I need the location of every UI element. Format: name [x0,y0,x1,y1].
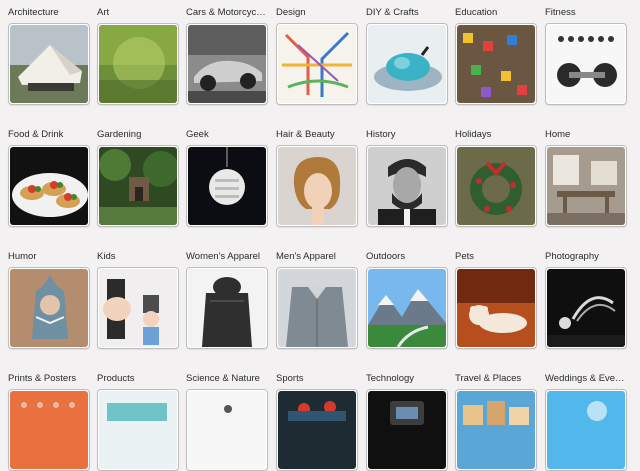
kids-icon[interactable] [97,267,179,349]
humor-icon[interactable] [8,267,90,349]
pets-icon[interactable] [455,267,537,349]
category-label: Holidays [455,129,492,140]
mens-apparel-icon[interactable] [276,267,358,349]
products-icon[interactable] [97,389,179,471]
sports-icon[interactable] [276,389,358,471]
category-label: Architecture [8,7,59,18]
technology-icon[interactable] [366,389,448,471]
category-label: Home [545,129,571,140]
history-icon[interactable] [366,145,448,227]
travel-icon[interactable] [455,389,537,471]
education-icon[interactable] [455,23,537,105]
crafts-icon[interactable] [366,23,448,105]
food-icon[interactable] [8,145,90,227]
category-label: Food & Drink [8,129,64,140]
category-label: Design [276,7,306,18]
category-label: Photography [545,251,599,262]
geek-icon[interactable] [186,145,268,227]
category-label: Geek [186,129,209,140]
category-label: Gardening [97,129,142,140]
fitness-icon[interactable] [545,23,627,105]
category-label: Cars & Motorcyc… [186,7,266,18]
art-icon[interactable] [97,23,179,105]
category-label: Science & Nature [186,373,260,384]
category-label: Fitness [545,7,576,18]
category-label: Art [97,7,110,18]
garden-icon[interactable] [97,145,179,227]
category-label: Travel & Places [455,373,522,384]
weddings-icon[interactable] [545,389,627,471]
category-label: Humor [8,251,37,262]
category-label: Prints & Posters [8,373,77,384]
outdoors-icon[interactable] [366,267,448,349]
category-label: Weddings & Eve… [545,373,625,384]
womens-apparel-icon[interactable] [186,267,268,349]
category-label: Kids [97,251,116,262]
category-grid: Architecture Art Cars & Motorcyc… Design… [0,0,640,471]
category-label: Outdoors [366,251,406,262]
category-label: Products [97,373,135,384]
category-label: Pets [455,251,475,262]
category-label: Women's Apparel [186,251,260,262]
design-icon[interactable] [276,23,358,105]
holidays-icon[interactable] [455,145,537,227]
category-label: Sports [276,373,304,384]
category-label: DIY & Crafts [366,7,419,18]
home-icon[interactable] [545,145,627,227]
car-icon[interactable] [186,23,268,105]
hair-icon[interactable] [276,145,358,227]
category-label: Education [455,7,498,18]
architecture-icon[interactable] [8,23,90,105]
photography-icon[interactable] [545,267,627,349]
science-icon[interactable] [186,389,268,471]
category-label: History [366,129,396,140]
prints-icon[interactable] [8,389,90,471]
category-label: Technology [366,373,415,384]
category-label: Men's Apparel [276,251,336,262]
category-label: Hair & Beauty [276,129,335,140]
